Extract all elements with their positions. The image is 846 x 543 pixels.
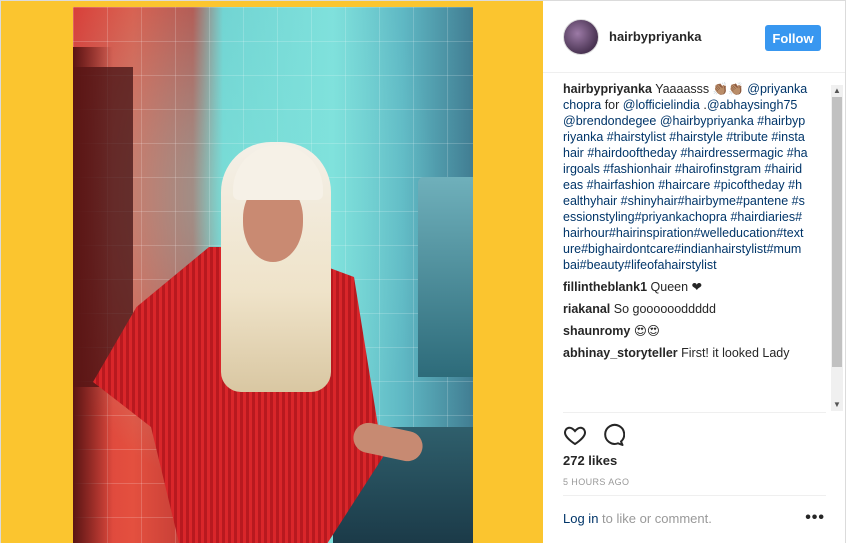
comment-username[interactable]: riakanal [563, 302, 610, 316]
caption-link[interactable]: @lofficielindia [623, 98, 700, 112]
login-prompt: Log in to like or comment. [563, 511, 712, 526]
caption-text: Yaaaasss 👏🏽👏🏽 [655, 82, 744, 96]
comment-text: So gooooooddddd [613, 302, 716, 316]
comment-username[interactable]: shaunromy [563, 324, 630, 338]
heart-icon[interactable] [563, 423, 587, 452]
post-side-panel: hairbypriyanka Follow hairbypriyanka Yaa… [543, 0, 846, 543]
comment-row: shaunromy 😍😍 [563, 323, 808, 339]
follow-button[interactable]: Follow [765, 25, 821, 51]
caption-link[interactable]: @abhaysingh75 [707, 98, 798, 112]
caption-username[interactable]: hairbypriyanka [563, 82, 652, 96]
scroll-up-icon[interactable]: ▲ [831, 85, 843, 97]
comments-list[interactable]: hairbypriyanka Yaaaasss 👏🏽👏🏽 @priyankach… [543, 73, 846, 411]
caption-link[interactable]: @brendondegee [563, 114, 656, 128]
caption-text: . [699, 98, 707, 112]
login-prompt-text: to like or comment. [598, 511, 712, 526]
caption: hairbypriyanka Yaaaasss 👏🏽👏🏽 @priyankach… [563, 81, 808, 273]
comment-row: riakanal So gooooooddddd [563, 301, 808, 317]
avatar[interactable] [563, 18, 599, 55]
comment-icon[interactable] [601, 423, 626, 452]
comment-text: First! it looked Lady [681, 346, 790, 360]
comment-text: 😍😍 [633, 324, 660, 338]
post-photo[interactable] [73, 7, 473, 543]
username[interactable]: hairbypriyanka [609, 29, 702, 44]
more-options-icon[interactable]: ••• [805, 509, 825, 527]
comment-row: abhinay_storyteller First! it looked Lad… [563, 345, 808, 361]
comment-row: fillintheblank1 Queen ❤ [563, 279, 808, 295]
comment-username[interactable]: abhinay_storyteller [563, 346, 678, 360]
action-bar [563, 423, 626, 452]
divider [563, 495, 826, 496]
divider [563, 412, 826, 413]
comment-text: Queen ❤ [650, 280, 703, 294]
scrollbar[interactable]: ▲ ▼ [831, 85, 843, 411]
scroll-down-icon[interactable]: ▼ [831, 399, 843, 411]
scrollbar-thumb[interactable] [832, 97, 842, 367]
comment-username[interactable]: fillintheblank1 [563, 280, 647, 294]
post-header: hairbypriyanka Follow [543, 1, 845, 73]
media-container [0, 0, 543, 543]
caption-link[interactable]: @hairbypriyanka [660, 114, 754, 128]
login-link[interactable]: Log in [563, 511, 598, 526]
post-timestamp[interactable]: 5 HOURS AGO [563, 477, 629, 487]
caption-text: for [601, 98, 623, 112]
caption-link[interactable]: #hairbypriyanka #hairstylist #hairstyle … [563, 114, 808, 272]
likes-count[interactable]: 272 likes [563, 453, 617, 468]
